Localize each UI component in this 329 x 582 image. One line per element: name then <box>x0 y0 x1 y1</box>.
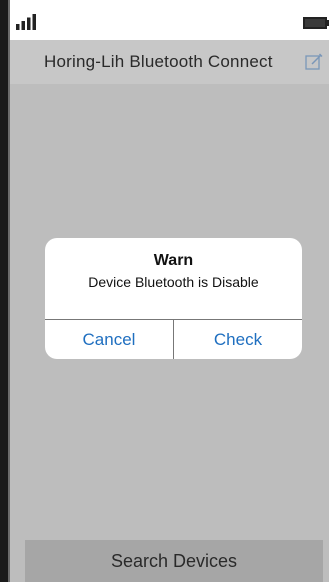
check-button[interactable]: Check <box>174 320 302 359</box>
title-bar: Horing-Lih Bluetooth Connect <box>10 40 329 84</box>
cancel-button[interactable]: Cancel <box>45 320 173 359</box>
dialog-title: Warn <box>153 252 194 269</box>
signal-bars-icon <box>16 14 36 30</box>
app-screen: Horing-Lih Bluetooth Connect Warn Device… <box>10 0 329 582</box>
warn-dialog: Warn Device Bluetooth is Disable Cancel … <box>45 238 302 359</box>
search-devices-button[interactable]: Search Devices <box>25 540 323 582</box>
status-bar <box>10 0 329 40</box>
dialog-message: Device Bluetooth is Disable <box>88 274 259 290</box>
battery-icon <box>303 17 327 29</box>
phone-frame: Horing-Lih Bluetooth Connect Warn Device… <box>0 0 329 582</box>
device-bezel <box>0 0 8 582</box>
app-title: Horing-Lih Bluetooth Connect <box>44 52 273 71</box>
edit-icon[interactable] <box>305 53 323 71</box>
